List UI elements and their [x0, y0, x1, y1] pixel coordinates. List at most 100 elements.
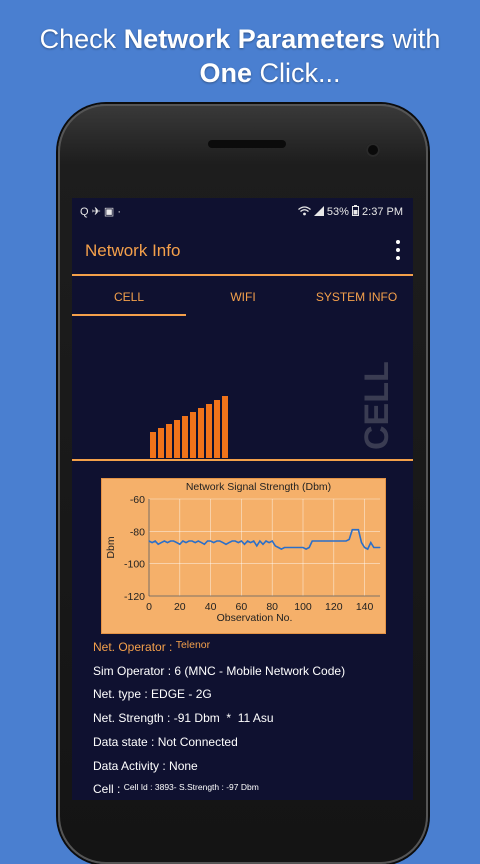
data-point — [305, 548, 307, 550]
data-point — [311, 540, 313, 542]
data-point — [222, 542, 224, 544]
status-right: 53% 2:37 PM — [297, 205, 403, 218]
data-point — [333, 540, 335, 542]
phone-screen: Q ✈ ▣ · 53% 2:37 PM Network Info CELL WI… — [72, 198, 413, 800]
signal-bar — [182, 416, 188, 458]
data-point — [231, 540, 233, 542]
info-row: Data state : Not Connected — [93, 733, 238, 757]
data-point — [280, 548, 282, 550]
info-row-value: Cell Id : 3893- S.Strength : -97 Dbm — [123, 782, 259, 793]
data-point — [271, 540, 273, 542]
data-point — [299, 547, 301, 548]
data-point — [191, 540, 193, 542]
data-point — [327, 540, 329, 542]
data-point — [234, 540, 236, 542]
signal-strength-chart: Network Signal Strength (Dbm) -60 -80 -100 -… — [101, 478, 386, 634]
data-point — [339, 540, 341, 542]
data-point — [157, 543, 159, 545]
data-point — [314, 540, 316, 542]
data-point — [320, 540, 322, 542]
cell-signal-icon — [313, 206, 327, 218]
info-row-label: Net. Strength : — [93, 711, 174, 726]
signal-strength-bars — [150, 394, 230, 458]
data-point — [243, 543, 245, 545]
y-tick-label: -100 — [124, 559, 145, 571]
data-point — [364, 547, 366, 548]
data-point — [357, 529, 359, 531]
status-bar: Q ✈ ▣ · 53% 2:37 PM — [72, 198, 413, 224]
data-point — [262, 543, 264, 545]
data-point — [166, 542, 168, 544]
data-point — [361, 542, 363, 544]
data-point — [176, 542, 178, 544]
front-camera — [366, 143, 380, 157]
info-row-value: EDGE - 2G — [151, 687, 212, 702]
overflow-menu-icon[interactable] — [395, 240, 401, 260]
x-tick-label: 140 — [356, 601, 374, 613]
wifi-icon — [297, 206, 314, 218]
tab-cell[interactable]: CELL — [72, 278, 186, 316]
data-point — [216, 540, 218, 542]
x-tick-label: 100 — [294, 601, 312, 613]
signal-bar — [198, 408, 204, 458]
data-point — [370, 542, 372, 544]
x-axis-label: Observation No. — [217, 612, 293, 624]
data-point — [163, 540, 165, 542]
signal-bar — [158, 428, 164, 458]
data-point — [179, 543, 181, 545]
data-point — [250, 542, 252, 544]
x-tick-label: 0 — [146, 601, 152, 613]
signal-bar — [214, 400, 220, 458]
signal-bar — [190, 412, 196, 458]
tab-wifi[interactable]: WIFI — [186, 278, 300, 316]
battery-percent: 53% — [326, 206, 349, 218]
promo-line-1: Check Network Parameters with — [39, 24, 441, 54]
data-point — [259, 540, 261, 542]
signal-bar — [206, 404, 212, 458]
data-point — [376, 547, 378, 548]
promo-line-2: One Click... — [199, 58, 341, 88]
data-point — [182, 540, 184, 542]
info-row: Net. Operator : Telenor — [93, 638, 210, 662]
data-point — [173, 540, 175, 542]
data-point — [277, 547, 279, 548]
data-point — [373, 547, 375, 548]
data-point — [345, 540, 347, 542]
info-row: Data Activity : None — [93, 757, 198, 781]
tab-system-info[interactable]: SYSTEM INFO — [300, 278, 413, 316]
signal-bar — [150, 432, 156, 458]
data-point — [342, 540, 344, 542]
data-point — [256, 545, 258, 547]
info-row: Cell : Cell Id : 3893- S.Strength : -97 … — [93, 780, 259, 800]
data-point — [148, 540, 150, 542]
clock: 2:37 PM — [362, 206, 403, 218]
notification-icons: Q ✈ ▣ · — [80, 206, 121, 218]
cell-watermark-text: CELL — [358, 361, 396, 450]
data-point — [268, 542, 270, 544]
signal-bar — [174, 420, 180, 458]
app-title: Network Info — [85, 241, 181, 260]
info-row-value: Not Connected — [157, 734, 238, 749]
data-point — [302, 547, 304, 548]
data-point — [247, 540, 249, 542]
data-point — [194, 542, 196, 544]
y-tick-label: -80 — [130, 526, 145, 538]
data-point — [160, 542, 162, 544]
info-row-label: Net. type : — [93, 687, 152, 702]
data-point — [225, 543, 227, 545]
series-line — [148, 528, 380, 551]
data-point — [274, 545, 276, 547]
data-point — [210, 540, 212, 542]
data-point — [354, 529, 356, 531]
data-point — [237, 542, 239, 544]
chart-title: Network Signal Strength (Dbm) — [186, 481, 331, 493]
data-point — [367, 548, 369, 550]
info-row-value: Telenor — [175, 639, 211, 651]
speaker-grille — [208, 140, 286, 148]
battery-icon — [351, 205, 362, 218]
y-tick-label: -120 — [124, 591, 145, 603]
data-point — [290, 547, 292, 548]
data-point — [287, 547, 289, 548]
data-point — [348, 538, 350, 540]
info-row-label: Sim Operator : — [93, 663, 175, 678]
